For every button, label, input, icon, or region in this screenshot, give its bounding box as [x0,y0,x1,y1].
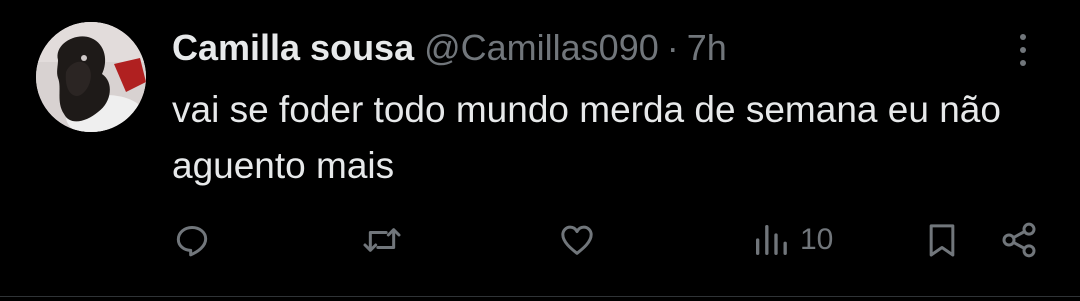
bookmark-button[interactable] [922,214,962,266]
tweet-text: vai se foder todo mundo merda de semana … [172,89,1001,186]
share-button[interactable] [998,214,1040,266]
reply-button[interactable] [172,214,212,266]
like-button[interactable] [556,214,598,266]
share-icon [998,220,1040,260]
heart-icon [556,220,598,260]
user-handle[interactable]: @Camillas090 [424,24,659,72]
divider [0,296,1080,297]
more-vertical-icon[interactable] [1010,32,1036,68]
views-icon [752,220,790,260]
tweet-actions: 10 [0,214,1080,266]
tweet-header: Camilla sousa @Camillas090 · 7h [172,24,727,72]
avatar[interactable] [36,22,146,132]
timestamp[interactable]: 7h [687,24,727,72]
views-button[interactable]: 10 [752,214,833,266]
tweet[interactable]: Camilla sousa @Camillas090 · 7h vai se f… [0,0,1080,301]
bookmark-icon [922,220,962,260]
retweet-icon [360,220,404,260]
separator-dot: · [666,27,679,68]
reply-icon [172,220,212,260]
retweet-button[interactable] [360,214,404,266]
views-count: 10 [800,223,834,256]
display-name[interactable]: Camilla sousa [172,24,414,72]
